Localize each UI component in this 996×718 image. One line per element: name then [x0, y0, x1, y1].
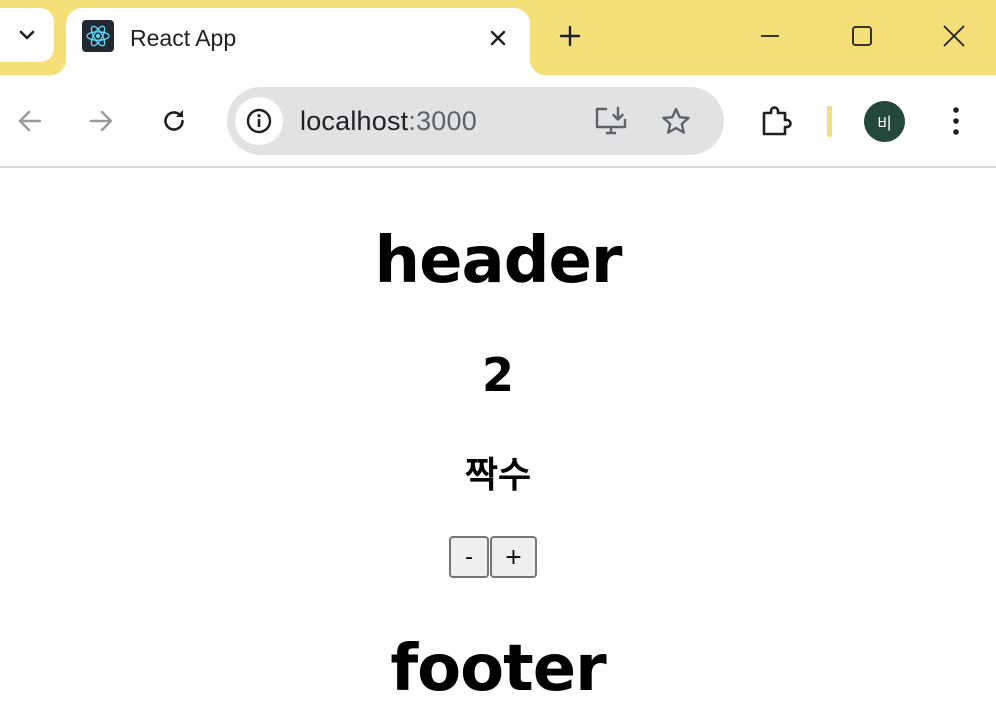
tab-title: React App	[130, 25, 237, 51]
toolbar-divider	[827, 106, 832, 137]
parity-label: 짝수	[464, 455, 532, 496]
kebab-menu-icon	[953, 107, 959, 135]
react-logo-icon	[82, 20, 114, 52]
bookmark-star-button[interactable]	[656, 101, 696, 141]
extensions-button[interactable]	[756, 101, 798, 141]
arrow-right-icon	[89, 110, 113, 132]
puzzle-icon	[762, 106, 792, 136]
new-tab-button[interactable]	[552, 18, 588, 54]
tab-close-button[interactable]	[482, 22, 514, 54]
browser-tab-active[interactable]: React App	[50, 8, 546, 75]
maximize-icon	[852, 26, 872, 46]
close-icon	[490, 30, 506, 46]
install-app-icon	[595, 106, 627, 135]
arrow-left-icon	[18, 110, 42, 132]
decrement-button[interactable]: -	[449, 536, 489, 578]
page-header: header	[374, 224, 623, 298]
star-icon	[662, 107, 690, 134]
browser-menu-button[interactable]	[936, 101, 976, 141]
reload-icon	[164, 110, 184, 131]
chevron-down-icon	[19, 30, 35, 40]
page-content: header 2 짝수 - + footer	[0, 170, 996, 718]
info-icon	[246, 108, 272, 134]
plus-icon	[559, 25, 581, 47]
reload-button[interactable]	[154, 101, 194, 141]
back-button[interactable]	[10, 101, 50, 141]
browser-toolbar: localhost:3000 비	[0, 75, 996, 168]
page-footer: footer	[390, 632, 606, 706]
profile-avatar[interactable]: 비	[864, 101, 905, 142]
close-icon	[943, 25, 965, 47]
site-info-button[interactable]	[235, 97, 283, 145]
address-bar[interactable]: localhost:3000	[227, 87, 724, 155]
minimize-icon	[761, 35, 779, 37]
tab-search-button[interactable]	[0, 8, 54, 62]
increment-button[interactable]: +	[490, 536, 537, 578]
counter-value: 2	[481, 348, 514, 402]
minimize-button[interactable]	[748, 14, 792, 58]
url-text[interactable]: localhost:3000	[300, 106, 477, 137]
url-port: :3000	[408, 106, 477, 136]
window-close-button[interactable]	[932, 14, 976, 58]
url-host: localhost	[300, 106, 409, 136]
maximize-button[interactable]	[840, 14, 884, 58]
install-app-button[interactable]	[591, 103, 631, 139]
tab-strip: React App	[0, 0, 996, 75]
counter-controls: - +	[449, 536, 537, 578]
forward-button[interactable]	[81, 101, 121, 141]
